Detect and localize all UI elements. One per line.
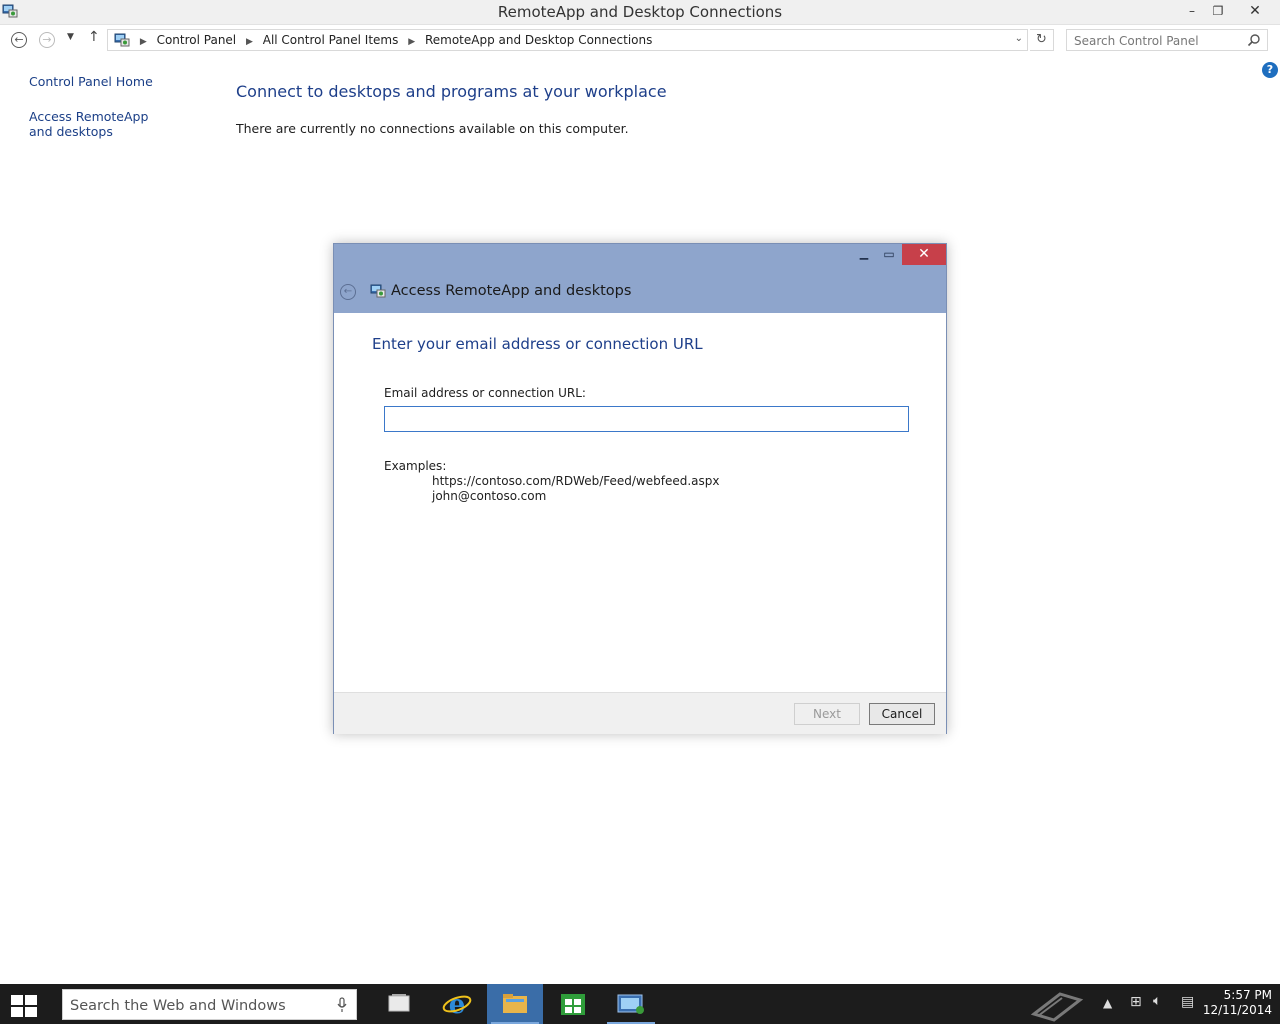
up-button[interactable]: ↑ <box>88 29 100 45</box>
close-button[interactable]: ✕ <box>1242 0 1268 22</box>
breadcrumb-control-panel[interactable]: Control Panel <box>157 33 237 47</box>
address-bar[interactable]: ▶ Control Panel ▶ All Control Panel Item… <box>107 29 1028 51</box>
remoteapp-icon <box>617 994 644 1014</box>
file-explorer-icon <box>503 994 527 1013</box>
next-button[interactable]: Next <box>794 703 860 725</box>
help-icon[interactable]: ? <box>1262 62 1278 78</box>
search-box[interactable] <box>1066 29 1268 52</box>
dialog-footer: Next Cancel <box>334 692 946 734</box>
maximize-icon: ▭ <box>883 247 895 261</box>
store-button[interactable] <box>545 984 601 1024</box>
arrow-left-icon: ← <box>14 33 24 46</box>
no-connections-text: There are currently no connections avail… <box>236 121 629 136</box>
back-button[interactable]: ← <box>11 32 27 48</box>
dialog-header: ▁ ▭ ✕ ← Access RemoteApp and desktops <box>334 244 946 313</box>
dialog-minimize-button[interactable]: ▁ <box>854 247 874 265</box>
refresh-icon: ↻ <box>1036 32 1047 47</box>
access-remoteapp-link[interactable]: Access RemoteApp and desktops <box>29 109 169 139</box>
breadcrumb: ▶ Control Panel ▶ All Control Panel Item… <box>114 33 652 47</box>
access-remoteapp-dialog: ▁ ▭ ✕ ← Access RemoteApp and desktops En… <box>333 243 947 734</box>
remoteapp-icon <box>370 284 386 298</box>
svg-text:e: e <box>449 990 466 1020</box>
start-button[interactable] <box>10 994 38 1018</box>
url-field-label: Email address or connection URL: <box>384 386 586 400</box>
minimize-button[interactable]: – <box>1179 0 1205 22</box>
dialog-back-button[interactable]: ← <box>340 284 356 300</box>
close-icon: ✕ <box>918 246 930 262</box>
volume-icon[interactable]: 🔈︎ <box>1153 993 1161 1033</box>
recent-locations-dropdown[interactable]: ▼ <box>67 32 74 42</box>
book-watermark-icon <box>1030 992 1084 1022</box>
dialog-maximize-button[interactable]: ▭ <box>879 247 899 265</box>
taskbar-search-input[interactable] <box>63 990 332 1021</box>
task-view-button[interactable] <box>371 984 427 1024</box>
system-clock[interactable]: 5:57 PM 12/11/2014 <box>1200 988 1272 1018</box>
breadcrumb-separator-icon[interactable]: ▶ <box>408 37 415 47</box>
example-url: https://contoso.com/RDWeb/Feed/webfeed.a… <box>432 474 720 488</box>
restore-button[interactable]: ❐ <box>1205 0 1231 22</box>
task-view-icon <box>388 994 410 1012</box>
chevron-down-icon: ▼ <box>67 32 74 42</box>
forward-button[interactable]: → <box>39 32 55 48</box>
refresh-button[interactable]: ↻ <box>1030 29 1054 51</box>
page-title: Connect to desktops and programs at your… <box>236 82 667 101</box>
search-input[interactable] <box>1067 30 1246 52</box>
clock-date: 12/11/2014 <box>1202 1003 1272 1017</box>
left-pane: Control Panel Home Access RemoteApp and … <box>29 74 199 159</box>
breadcrumb-all-items[interactable]: All Control Panel Items <box>263 33 399 47</box>
connection-url-input[interactable] <box>384 406 909 432</box>
control-panel-icon <box>114 33 130 47</box>
window-title: RemoteApp and Desktop Connections <box>497 3 783 21</box>
chevron-up-icon: ▲ <box>1103 996 1113 1010</box>
navigation-bar: ← → ▼ ↑ ▶ Control Panel ▶ All Control Pa… <box>0 25 1280 57</box>
store-icon <box>561 994 585 1015</box>
chevron-down-icon: ⌄ <box>1014 33 1023 44</box>
microphone-icon[interactable] <box>337 997 347 1013</box>
dialog-close-button[interactable]: ✕ <box>902 244 946 265</box>
arrow-up-icon: ↑ <box>88 29 100 45</box>
remoteapp-taskbar-button[interactable] <box>603 984 659 1024</box>
control-panel-home-link[interactable]: Control Panel Home <box>29 74 199 89</box>
internet-explorer-button[interactable]: e <box>429 984 485 1024</box>
arrow-right-icon: → <box>42 33 52 46</box>
cancel-button[interactable]: Cancel <box>869 703 935 725</box>
breadcrumb-separator-icon[interactable]: ▶ <box>246 37 253 47</box>
example-email: john@contoso.com <box>432 489 547 503</box>
search-icon[interactable] <box>1247 33 1261 47</box>
clock-time: 5:57 PM <box>1223 988 1272 1002</box>
internet-explorer-icon: e <box>442 990 472 1020</box>
dialog-title: Access RemoteApp and desktops <box>391 283 632 299</box>
examples-label: Examples: <box>384 459 447 473</box>
arrow-left-icon: ← <box>343 286 353 297</box>
network-icon[interactable]: ⊞ <box>1130 994 1142 1034</box>
window-titlebar: RemoteApp and Desktop Connections – ❐ ✕ <box>0 0 1280 25</box>
address-dropdown-button[interactable]: ⌄ <box>1015 33 1023 44</box>
file-explorer-button[interactable] <box>487 984 543 1024</box>
breadcrumb-separator-icon[interactable]: ▶ <box>140 37 147 47</box>
taskbar-search-box[interactable] <box>62 989 357 1021</box>
action-center-icon[interactable]: ▤ <box>1181 994 1194 1034</box>
minimize-icon: ▁ <box>859 247 869 260</box>
dialog-heading: Enter your email address or connection U… <box>372 335 703 353</box>
breadcrumb-current[interactable]: RemoteApp and Desktop Connections <box>425 33 652 47</box>
show-hidden-icons-button[interactable]: ▲ <box>1103 996 1112 1036</box>
